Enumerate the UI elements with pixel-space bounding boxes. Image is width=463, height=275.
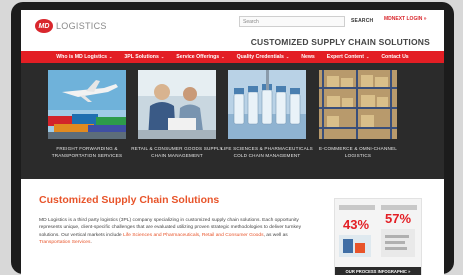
chevron-down-icon: ⌄ bbox=[221, 54, 225, 59]
tile-caption: RETAIL & CONSUMER GOODS SUPPLY CHAIN MAN… bbox=[131, 146, 223, 158]
nav-item-service-offerings[interactable]: Service Offerings ⌄ bbox=[176, 54, 224, 60]
mdnext-login-button[interactable]: MDNEXT LOGIN » bbox=[384, 16, 427, 22]
nav-item-contact-us[interactable]: Contact Us bbox=[381, 54, 408, 60]
page-title: Customized Supply Chain Solutions bbox=[39, 194, 220, 206]
tile-life-sciences[interactable] bbox=[228, 70, 306, 139]
warehouse-shelves-image bbox=[319, 70, 397, 139]
vials-image bbox=[228, 70, 306, 139]
stat-43: 43% bbox=[343, 217, 369, 232]
link-transportation[interactable]: Transportation Services bbox=[39, 240, 90, 245]
business-people-image bbox=[138, 70, 216, 139]
intro-separator: , as well as bbox=[263, 232, 288, 238]
intro-end: . bbox=[90, 240, 92, 246]
airplane-cargo-image bbox=[48, 70, 126, 139]
services-band: FREIGHT FORWARDING & TRANSPORTATION SERV… bbox=[21, 63, 444, 179]
infographic-image: 43% 57% bbox=[335, 199, 421, 267]
site-tagline: CUSTOMIZED SUPPLY CHAIN SOLUTIONS bbox=[250, 37, 430, 47]
chevron-down-icon: ⌄ bbox=[365, 54, 370, 59]
chevron-down-icon: ⌄ bbox=[160, 54, 165, 59]
search-input[interactable] bbox=[239, 16, 345, 27]
tile-retail-consumer[interactable] bbox=[138, 70, 216, 139]
nav-item-3pl-solutions[interactable]: 3PL Solutions ⌄ bbox=[124, 54, 164, 60]
process-infographic[interactable]: 43% 57% OUR PROCESS INFOGRAPHIC » bbox=[334, 198, 422, 275]
logo-mark: MD bbox=[35, 19, 53, 33]
main-nav: Who is MD Logistics ⌄ 3PL Solutions ⌄ Serv… bbox=[21, 51, 444, 63]
nav-item-label: Quality Credentials bbox=[236, 54, 284, 60]
stat-57: 57% bbox=[385, 211, 411, 226]
nav-item-label: Expert Content bbox=[326, 54, 364, 60]
nav-item-label: 3PL Solutions bbox=[124, 54, 159, 60]
nav-item-who-is-md-logistics[interactable]: Who is MD Logistics ⌄ bbox=[56, 54, 112, 60]
tile-caption: FREIGHT FORWARDING & TRANSPORTATION SERV… bbox=[51, 146, 123, 158]
link-life-sciences[interactable]: Life Sciences and Pharmaceuticals bbox=[123, 233, 199, 238]
tile-ecommerce[interactable] bbox=[319, 70, 397, 139]
nav-item-expert-content[interactable]: Expert Content ⌄ bbox=[327, 54, 370, 60]
tile-caption: E-COMMERCE & OMNI-CHANNEL LOGISTICS bbox=[319, 146, 397, 158]
link-retail-consumer[interactable]: Retail and Consumer Goods bbox=[202, 233, 264, 238]
nav-item-label: Service Offerings bbox=[176, 54, 220, 60]
infographic-button[interactable]: OUR PROCESS INFOGRAPHIC » bbox=[335, 267, 421, 275]
browser-viewport: MD LOGISTICS SEARCH MDNEXT LOGIN » CUSTO… bbox=[21, 10, 444, 275]
logo-text: LOGISTICS bbox=[56, 21, 107, 31]
chevron-down-icon: ⌄ bbox=[285, 54, 290, 59]
site-logo[interactable]: MD LOGISTICS bbox=[35, 19, 107, 33]
nav-item-label: News bbox=[301, 54, 315, 60]
chevron-down-icon: ⌄ bbox=[109, 54, 113, 59]
tile-freight-forwarding[interactable] bbox=[48, 70, 126, 139]
nav-item-label: Contact Us bbox=[381, 54, 409, 60]
nav-item-quality-credentials[interactable]: Quality Credentials ⌄ bbox=[237, 54, 290, 60]
tile-caption: LIFE SCIENCES & PHARMACEUTICALS COLD CHA… bbox=[221, 146, 313, 158]
intro-paragraph: MD Logistics is a third party logistics … bbox=[39, 217, 304, 247]
nav-item-news[interactable]: News bbox=[301, 54, 315, 60]
search-button[interactable]: SEARCH bbox=[351, 18, 373, 24]
nav-item-label: Who is MD Logistics bbox=[56, 54, 108, 60]
